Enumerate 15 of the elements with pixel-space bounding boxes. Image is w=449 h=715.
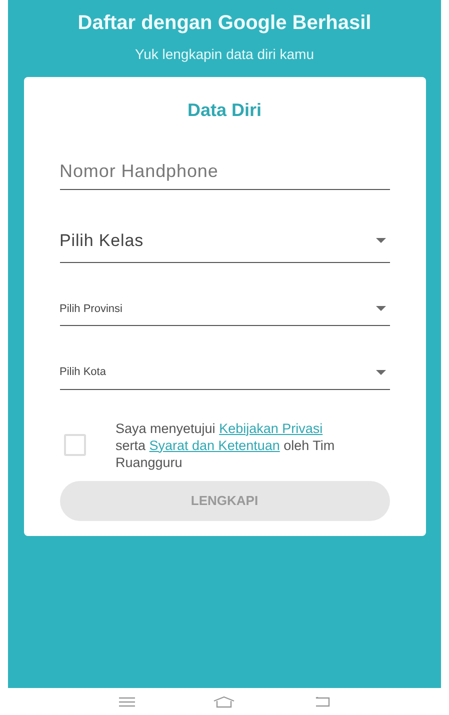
page-subtitle: Yuk lengkapin data diri kamu xyxy=(135,45,314,64)
select-dropdown[interactable]: Pilih Kota xyxy=(60,364,390,390)
back-icon[interactable] xyxy=(314,696,330,706)
home-icon[interactable] xyxy=(213,696,236,708)
dropdown-arrow-icon xyxy=(376,238,386,244)
phone-input-field[interactable]: Nomor Handphone xyxy=(60,158,390,185)
dropdown-arrow-icon xyxy=(376,306,386,312)
class-dropdown[interactable]: Pilih Kelas xyxy=(60,228,390,262)
consent-text: Saya menyetujui Kebijakan Privasi serta Syarat dan Ketentuan oleh Tim Ruangguru xyxy=(116,420,336,470)
page-title: Daftar dengan Google Berhasil xyxy=(78,11,372,36)
dropdown-arrow-icon xyxy=(376,370,386,375)
form-title: Data Diri xyxy=(186,99,263,122)
select-dropdown[interactable]: Pilih Provinsi xyxy=(60,300,390,326)
menu-icon[interactable] xyxy=(119,696,136,706)
consent-checkbox[interactable] xyxy=(64,434,86,456)
